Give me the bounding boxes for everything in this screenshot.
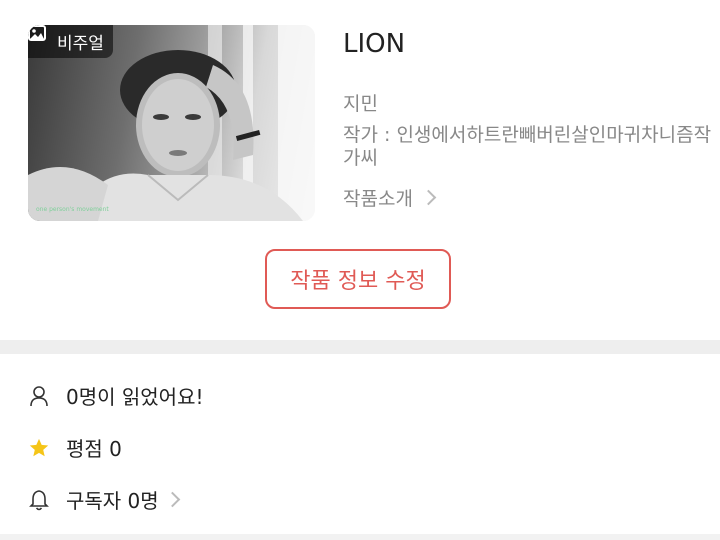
bell-icon [28, 489, 50, 511]
intro-label: 작품소개 [343, 188, 413, 210]
intro-link[interactable]: 작품소개 [343, 184, 437, 211]
cover-image[interactable]: one person's movement 비주얼 [28, 25, 315, 221]
visual-badge: 비주얼 [28, 25, 113, 58]
work-author: 지민 [343, 93, 378, 115]
image-icon [28, 25, 53, 50]
section-divider [0, 340, 720, 354]
readers-stat: 0명이 읽었어요! [28, 381, 204, 410]
cover-caption: one person's movement [36, 206, 109, 213]
badge-label: 비주얼 [57, 34, 104, 54]
rating-stat: 평점 0 [28, 433, 122, 462]
bottom-divider [0, 534, 720, 540]
star-icon [28, 437, 50, 459]
readers-label: 0명이 읽었어요! [66, 385, 204, 409]
work-title: LION [343, 29, 406, 59]
person-icon [28, 385, 50, 407]
chevron-right-icon [164, 491, 180, 508]
chevron-right-icon [420, 189, 437, 206]
writer-line: 작가 : 인생에서하트란빼버린살인마귀차니즘작가씨 [343, 124, 712, 169]
subscribers-label: 구독자 0명 [66, 489, 159, 513]
subscribers-stat[interactable]: 구독자 0명 [28, 485, 180, 514]
rating-label: 평점 0 [66, 437, 122, 461]
edit-work-info-button[interactable]: 작품 정보 수정 [265, 249, 451, 309]
